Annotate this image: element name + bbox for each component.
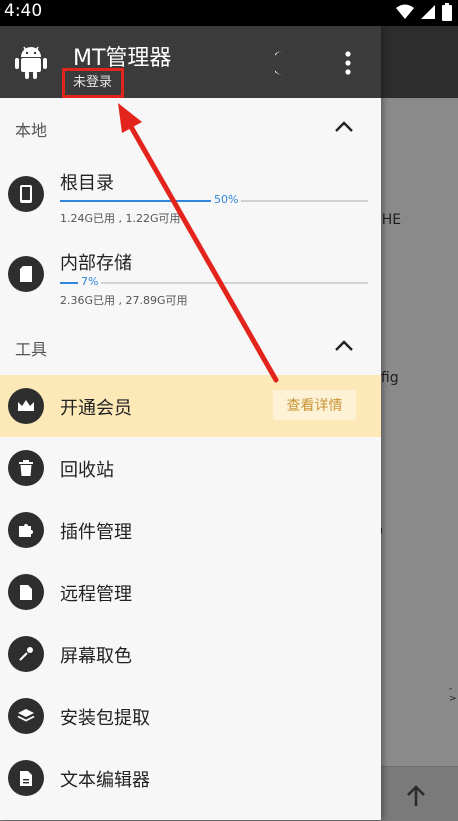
storage-item-internal[interactable]: 内部存储 7% 2.36G已用 , 27.89G可用 — [0, 238, 381, 310]
view-details-button[interactable]: 查看详情 — [273, 390, 356, 420]
menu-item-recycle-bin[interactable]: 回收站 — [0, 437, 381, 499]
section-title-local: 本地 — [15, 121, 48, 140]
night-mode-icon[interactable] — [275, 50, 297, 76]
chevron-up-icon[interactable] — [333, 120, 355, 134]
storage-detail: 1.24G已用 , 1.22G可用 — [60, 212, 181, 225]
storage-item-root[interactable]: 根目录 50% 1.24G已用 , 1.22G可用 — [0, 158, 381, 230]
storage-percent: 50% — [211, 193, 242, 206]
section-title-tools: 工具 — [15, 340, 48, 359]
wifi-icon — [396, 4, 414, 19]
eyedropper-icon — [8, 636, 44, 672]
background-file-list: e CHE nfig D -> — [372, 98, 458, 766]
status-icons — [396, 3, 452, 21]
layers-icon — [8, 698, 44, 734]
menu-item-apk-extract[interactable]: 安装包提取 — [0, 685, 381, 747]
menu-item-label: 开通会员 — [60, 398, 132, 419]
storage-percent: 7% — [78, 275, 102, 288]
storage-progress-bar: 7% — [60, 275, 368, 288]
storage-name: 根目录 — [60, 173, 114, 194]
storage-name: 内部存储 — [60, 253, 132, 274]
puzzle-icon — [8, 512, 44, 548]
sd-card-icon — [8, 256, 44, 292]
menu-item-label: 屏幕取色 — [60, 646, 132, 667]
status-bar: 4:40 — [0, 0, 458, 26]
status-time: 4:40 — [4, 1, 43, 21]
document-icon — [8, 760, 44, 796]
drawer-header: MT管理器 未登录 — [0, 26, 381, 98]
chevron-up-icon[interactable] — [333, 339, 355, 353]
storage-detail: 2.36G已用 , 27.89G可用 — [60, 294, 188, 307]
navigation-drawer: MT管理器 未登录 本地 根目录 50% 1.24G已用 , 1.22G可用 内… — [0, 26, 381, 820]
more-options-icon[interactable] — [342, 50, 354, 76]
file-icon — [8, 574, 44, 610]
phone-icon — [8, 176, 44, 212]
annotation-highlight-box — [62, 68, 124, 98]
menu-item-text-editor[interactable]: 文本编辑器 — [0, 747, 381, 809]
menu-item-color-picker[interactable]: 屏幕取色 — [0, 623, 381, 685]
menu-item-label: 安装包提取 — [60, 708, 150, 729]
background-text: -> — [449, 684, 457, 704]
menu-item-label: 远程管理 — [60, 584, 132, 605]
battery-icon — [442, 3, 452, 21]
background-bottom-bar — [381, 766, 458, 821]
menu-item-label: 文本编辑器 — [60, 770, 150, 791]
crown-icon — [8, 388, 44, 424]
signal-icon — [421, 5, 435, 19]
menu-item-vip[interactable]: 开通会员 查看详情 — [0, 375, 381, 437]
background-toolbar — [381, 26, 458, 98]
menu-item-plugins[interactable]: 插件管理 — [0, 499, 381, 561]
menu-item-label: 插件管理 — [60, 522, 132, 543]
arrow-up-icon[interactable] — [405, 785, 427, 807]
android-icon — [15, 46, 47, 79]
trash-icon — [8, 450, 44, 486]
menu-item-remote[interactable]: 远程管理 — [0, 561, 381, 623]
menu-item-label: 回收站 — [60, 460, 114, 481]
storage-progress-fill — [60, 200, 214, 202]
storage-progress-bar: 50% — [60, 193, 368, 206]
